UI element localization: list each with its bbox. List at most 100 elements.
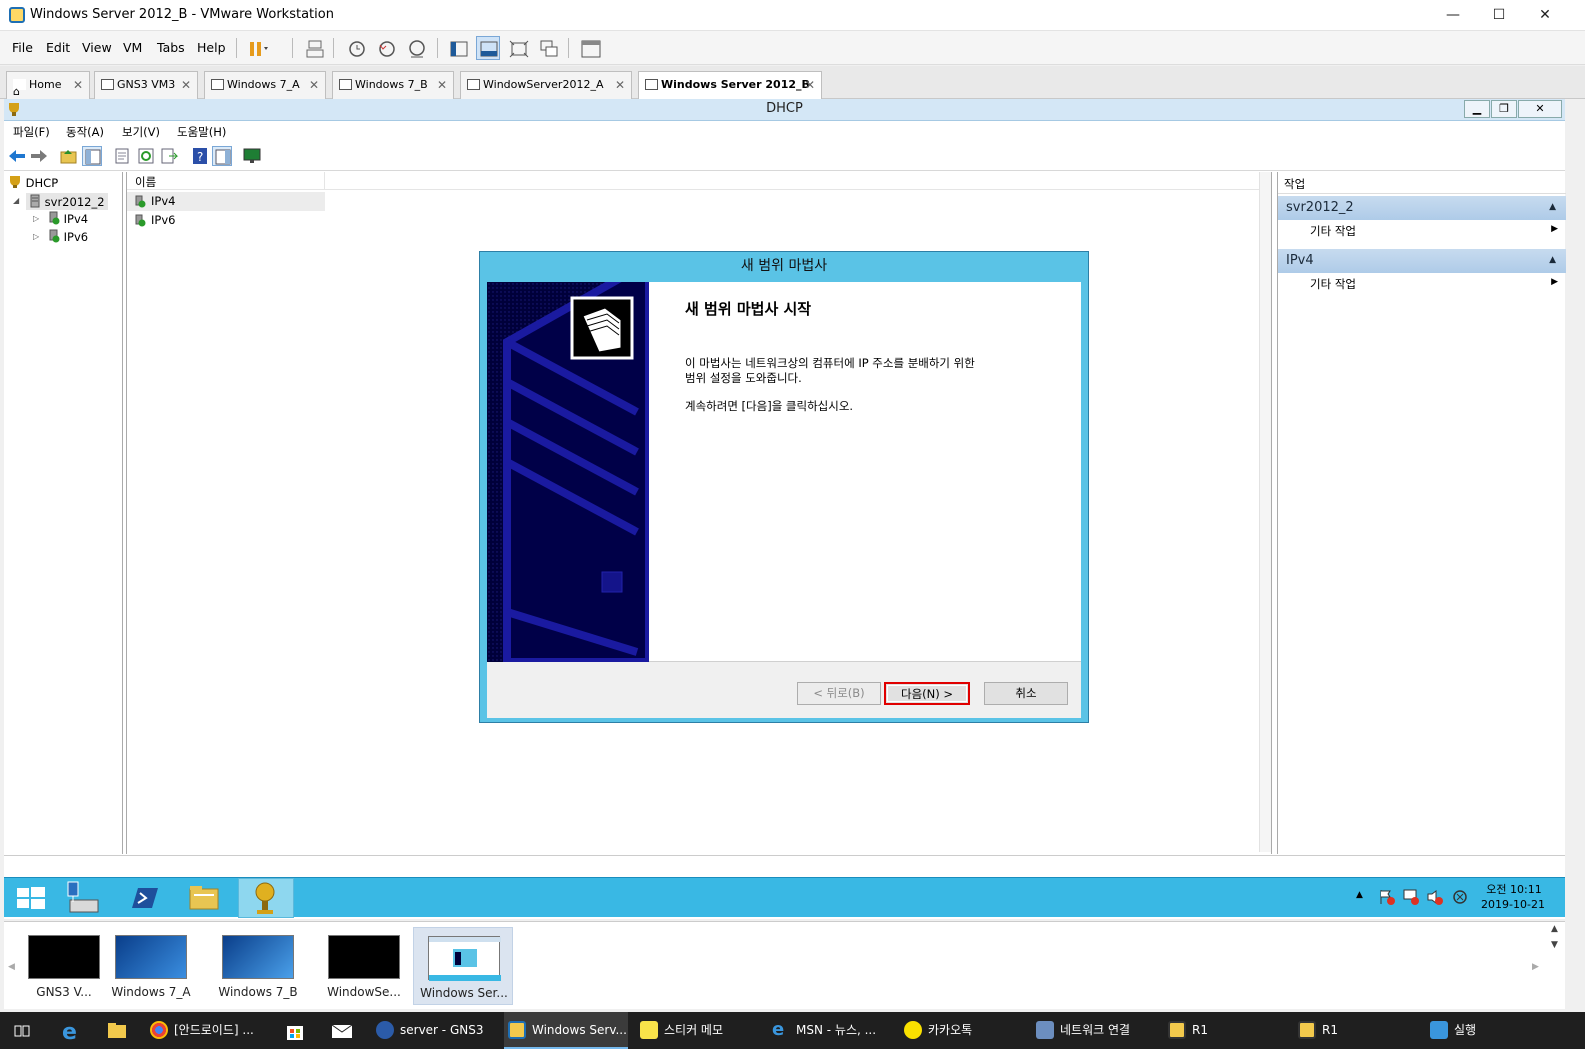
close-icon[interactable]: ✕ <box>437 72 447 98</box>
tab-windows-server-2012-b[interactable]: Windows Server 2012_B ✕ <box>638 71 822 100</box>
show-hidden-icons-arrow-icon[interactable]: ▲ <box>1356 890 1363 900</box>
scroll-up-icon[interactable]: ▲ <box>1551 924 1558 934</box>
collapsed-arrow-icon[interactable]: ▷ <box>33 214 39 223</box>
close-icon[interactable]: ✕ <box>309 72 319 98</box>
host-task-r1[interactable]: R1 <box>1294 1012 1418 1049</box>
menu-file-kr[interactable]: 파일(F) <box>13 124 50 140</box>
back-button[interactable]: < 뒤로(B) <box>797 682 881 705</box>
file-explorer-host-icon[interactable] <box>106 1021 128 1041</box>
refresh-icon[interactable] <box>136 146 156 166</box>
minimize-button[interactable]: — <box>1430 0 1476 31</box>
back-arrow-icon[interactable] <box>7 146 27 166</box>
action-more-actions[interactable]: 기타 작업 ▶ <box>1278 273 1566 295</box>
menu-help-kr[interactable]: 도움말(H) <box>177 124 226 140</box>
full-screen-icon[interactable] <box>506 36 530 60</box>
pause-icon[interactable] <box>244 36 268 60</box>
dhcp-taskbar-icon[interactable] <box>238 878 294 918</box>
scroll-right-icon[interactable]: ▶ <box>1532 962 1539 972</box>
scroll-down-icon[interactable]: ▼ <box>1551 940 1558 950</box>
show-hide-console-tree-icon[interactable] <box>82 146 102 166</box>
task-view-icon[interactable] <box>12 1021 32 1041</box>
action-section-ipv4[interactable]: IPv4 ▲ <box>1278 249 1566 273</box>
close-icon[interactable]: ✕ <box>73 72 83 98</box>
host-task-gns3[interactable]: server - GNS3 <box>372 1012 494 1049</box>
list-item[interactable]: IPv4 <box>127 192 325 211</box>
server-manager-icon[interactable] <box>56 878 112 918</box>
send-ctrl-alt-del-icon[interactable] <box>302 36 326 60</box>
guest-clock-date[interactable]: 2019-10-21 <box>1476 898 1550 911</box>
next-button[interactable]: 다음(N) > <box>884 682 970 705</box>
thumbnail-bar-icon[interactable] <box>476 36 500 60</box>
revert-snapshot-icon[interactable] <box>374 36 398 60</box>
action-section-server[interactable]: svr2012_2 ▲ <box>1278 196 1566 220</box>
tab-windows-7-a[interactable]: Windows 7_A ✕ <box>204 71 326 99</box>
maximize-button[interactable]: ☐ <box>1476 0 1522 31</box>
host-task-sticky-notes[interactable]: 스티커 메모 <box>636 1012 760 1049</box>
mail-icon[interactable] <box>330 1021 354 1041</box>
cancel-button[interactable]: 취소 <box>984 682 1068 705</box>
host-task-r1[interactable]: R1 <box>1164 1012 1288 1049</box>
console-view-icon[interactable] <box>578 36 602 60</box>
guest-clock-time[interactable]: 오전 10:11 <box>1484 881 1544 897</box>
thumbnail-windows-7-b[interactable]: Windows 7_B <box>208 927 308 1005</box>
close-icon[interactable]: ✕ <box>805 72 815 98</box>
properties-icon[interactable] <box>112 146 132 166</box>
menu-tabs[interactable]: Tabs <box>157 40 185 55</box>
tab-windows-7-b[interactable]: Windows 7_B ✕ <box>332 71 454 99</box>
tree-node-ipv6[interactable]: IPv6 <box>48 229 88 244</box>
snapshot-manager-icon[interactable] <box>404 36 428 60</box>
host-task-kakaotalk[interactable]: 카카오톡 <box>900 1012 1024 1049</box>
menu-action-kr[interactable]: 동작(A) <box>66 124 104 140</box>
network-icon[interactable] <box>1402 888 1420 906</box>
unity-icon[interactable] <box>536 36 560 60</box>
tab-windowserver2012-a[interactable]: WindowServer2012_A ✕ <box>460 71 632 99</box>
action-center-flag-icon[interactable] <box>1378 888 1396 906</box>
close-button[interactable]: ✕ <box>1522 0 1568 31</box>
expanded-arrow-icon[interactable]: ◢ <box>13 196 19 205</box>
host-task-android[interactable]: [안드로이드] ... <box>146 1012 266 1049</box>
host-task-msn[interactable]: e MSN - 뉴스, ... <box>768 1012 892 1049</box>
mmc-minimize-button[interactable]: ▁ <box>1464 100 1490 118</box>
menu-file[interactable]: File <box>12 40 33 55</box>
file-explorer-icon[interactable] <box>176 878 232 918</box>
close-icon[interactable]: ✕ <box>615 72 625 98</box>
menu-help[interactable]: Help <box>197 40 226 55</box>
help-icon[interactable]: ? <box>190 146 210 166</box>
column-header-name[interactable]: 이름 <box>127 172 325 190</box>
action-more-actions[interactable]: 기타 작업 ▶ <box>1278 220 1566 242</box>
menu-view-kr[interactable]: 보기(V) <box>122 124 160 140</box>
export-list-icon[interactable] <box>159 146 179 166</box>
mmc-close-button[interactable]: ✕ <box>1518 100 1562 118</box>
mmc-restore-button[interactable]: ❐ <box>1491 100 1517 118</box>
tree-node-server[interactable]: svr2012_2 <box>26 193 108 210</box>
monitor-icon[interactable] <box>242 146 262 166</box>
powershell-icon[interactable] <box>116 878 172 918</box>
collapsed-arrow-icon[interactable]: ▷ <box>33 232 39 241</box>
host-task-network-connections[interactable]: 네트워크 연결 <box>1032 1012 1156 1049</box>
thumbnail-windows-7-a[interactable]: Windows 7_A <box>101 927 201 1005</box>
host-task-vmware[interactable]: Windows Serv... <box>504 1012 628 1049</box>
vertical-scrollbar[interactable] <box>1259 172 1271 852</box>
start-windows-icon[interactable] <box>4 878 60 918</box>
notification-icon[interactable] <box>1451 888 1469 906</box>
menu-vm[interactable]: VM <box>123 40 142 55</box>
up-folder-icon[interactable] <box>59 146 79 166</box>
list-item[interactable]: IPv6 <box>127 211 325 230</box>
speaker-muted-icon[interactable] <box>1426 888 1444 906</box>
edge-icon[interactable]: e <box>60 1020 82 1045</box>
tree-node-ipv4[interactable]: IPv4 <box>48 211 88 226</box>
store-icon[interactable] <box>284 1020 306 1042</box>
menu-view[interactable]: View <box>82 40 112 55</box>
collapse-up-icon[interactable]: ▲ <box>1549 202 1556 212</box>
tab-home[interactable]: ⌂ Home ✕ <box>6 71 90 99</box>
close-icon[interactable]: ✕ <box>181 72 191 98</box>
show-library-icon[interactable] <box>446 36 470 60</box>
menu-edit[interactable]: Edit <box>46 40 70 55</box>
thumbnail-windows-server-2012-b[interactable]: Windows Ser... <box>413 927 513 1005</box>
thumbnail-windowserver2012-a[interactable]: WindowSe... <box>314 927 414 1005</box>
tab-gns3-vm3[interactable]: GNS3 VM3 ✕ <box>94 71 198 99</box>
snapshot-icon[interactable] <box>344 36 368 60</box>
show-hide-action-pane-icon[interactable] <box>212 146 232 166</box>
forward-arrow-icon[interactable] <box>29 146 49 166</box>
thumbnail-gns3-vm[interactable]: GNS3 V... <box>14 927 114 1005</box>
